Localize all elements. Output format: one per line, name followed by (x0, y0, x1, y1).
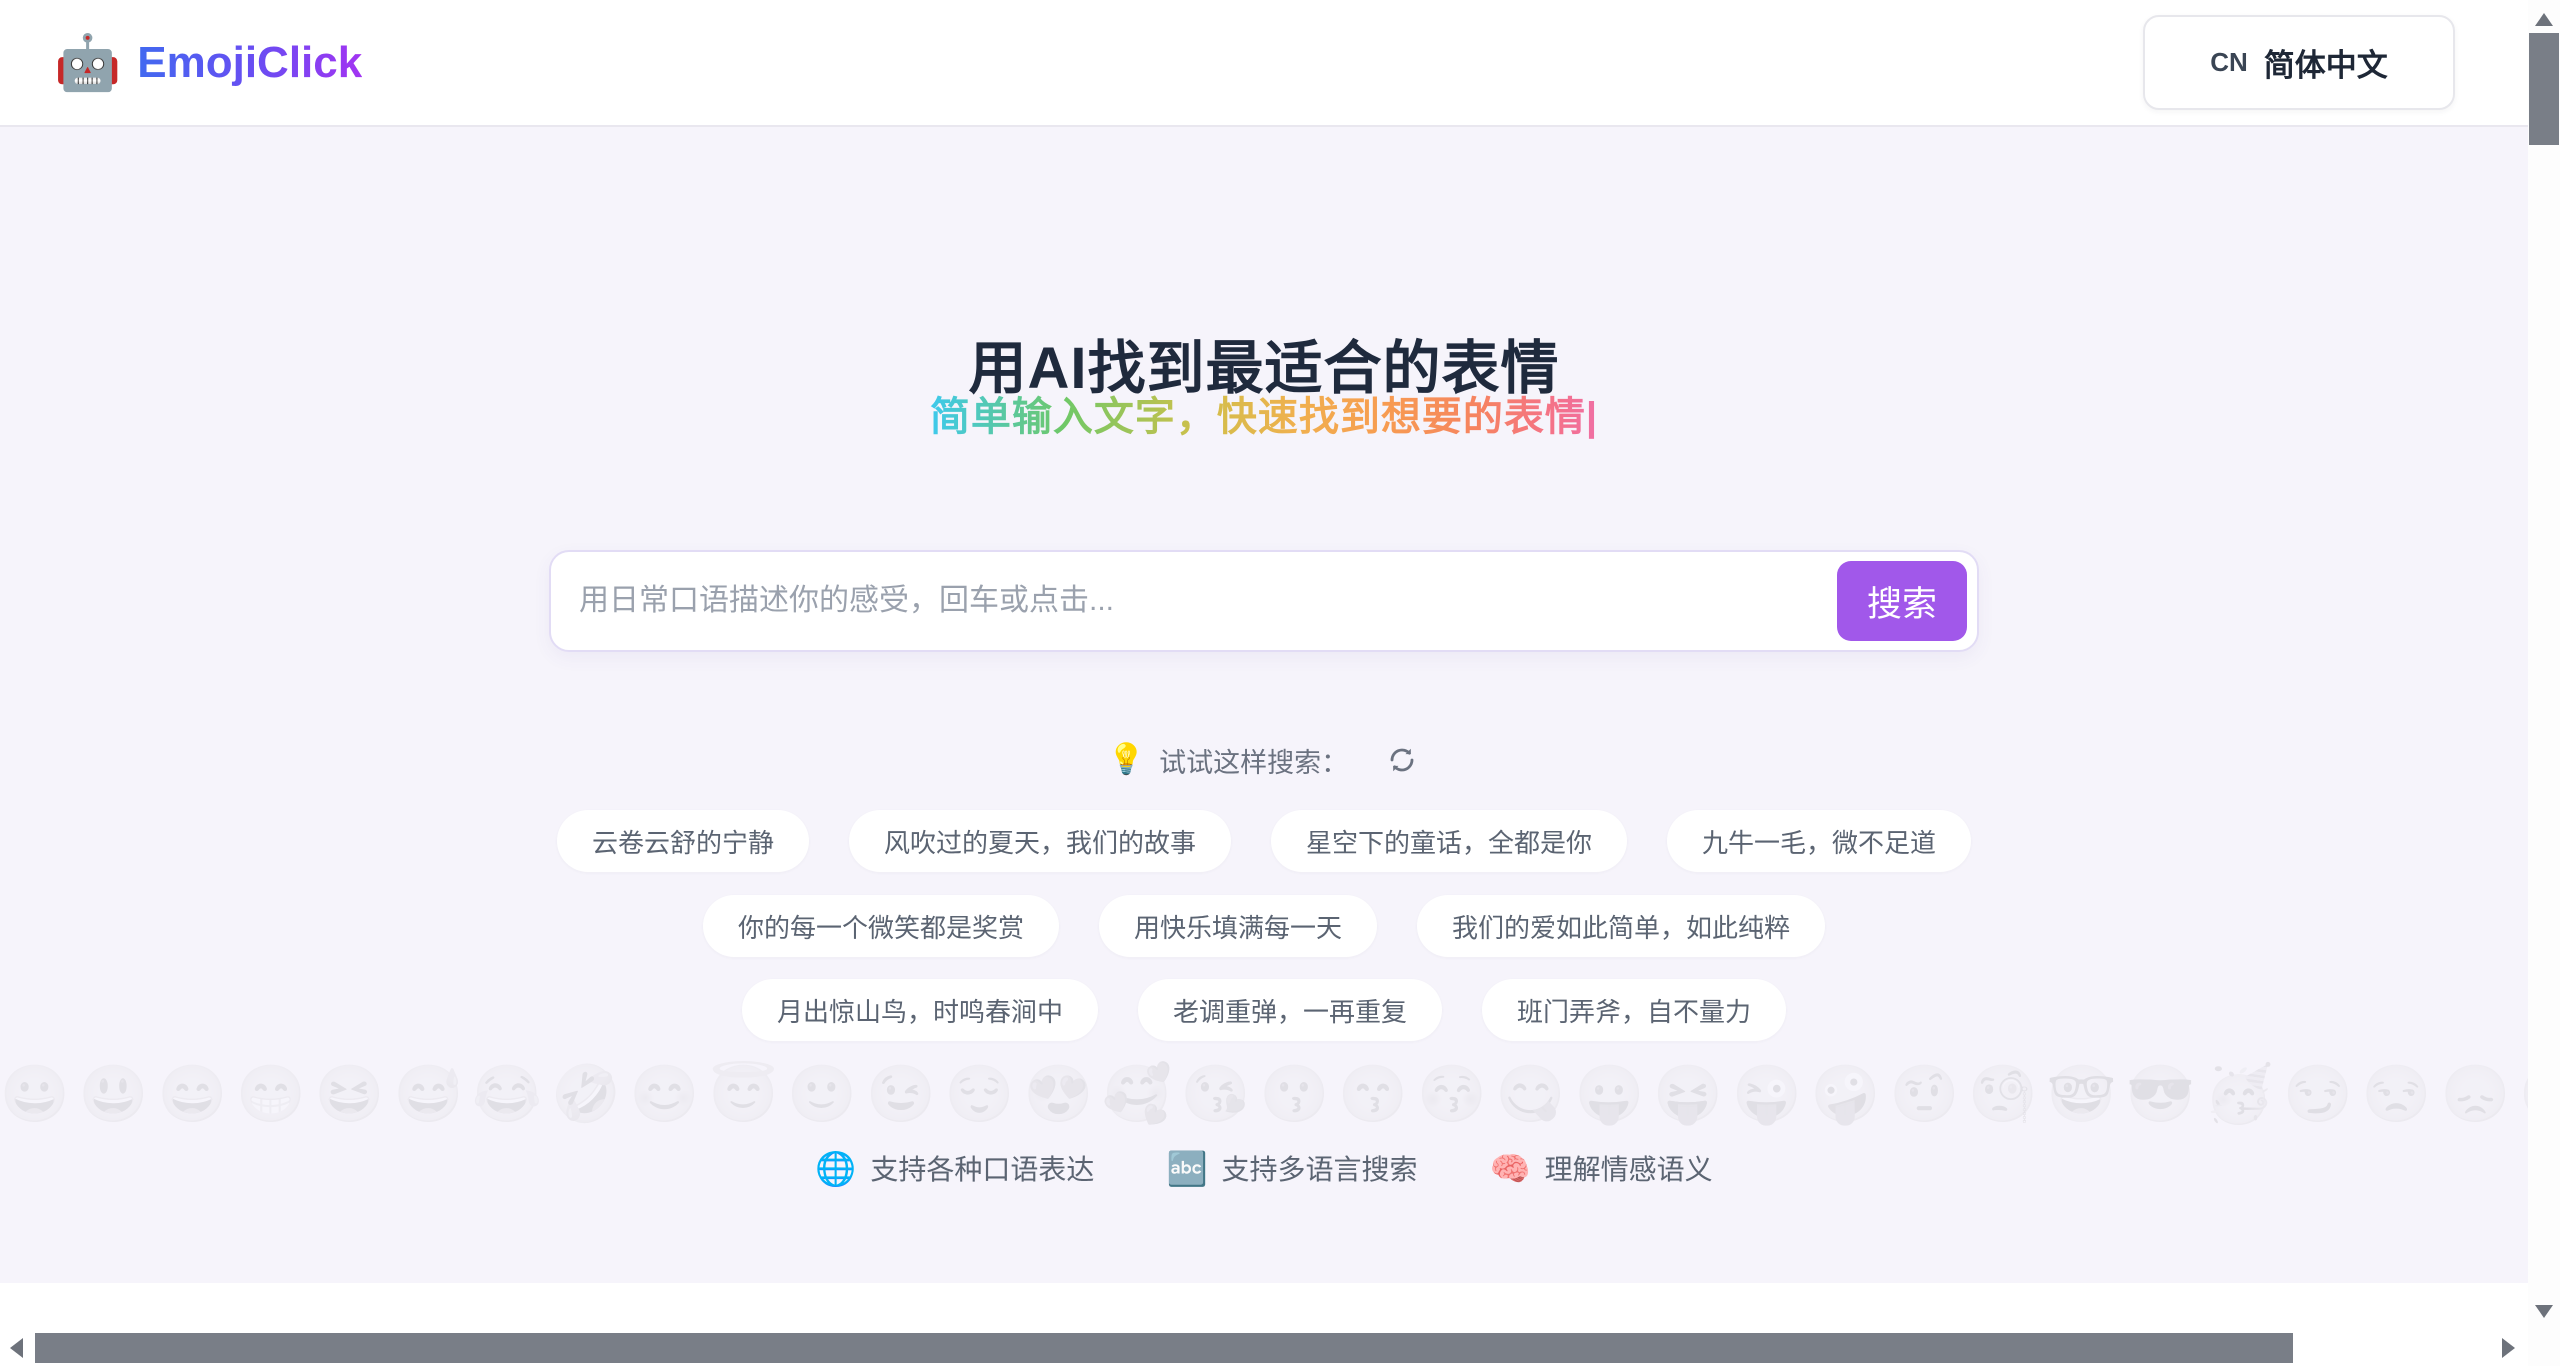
suggestions-hint-row: 💡 试试这样搜索： (0, 742, 2528, 778)
emoji-pattern: 😀😃😄😁😆😅😂🤣😊😇🙂😉😌😍🥰😘😗😙😚😋😛😝😜🤪🤨🧐🤓😎🥳😏😒😞😔😟😕🙁😣😖😫😩… (0, 1060, 2528, 1128)
refresh-icon (1386, 744, 1418, 776)
suggestion-pill[interactable]: 风吹过的夏天，我们的故事 (849, 810, 1231, 872)
suggestion-pill[interactable]: 星空下的童话，全都是你 (1271, 810, 1627, 872)
robot-icon: 🤖 (54, 36, 121, 90)
suggestion-pill[interactable]: 云卷云舒的宁静 (557, 810, 809, 872)
feature-item: 🌐 支持各种口语表达 (815, 1148, 1094, 1188)
suggestion-pill[interactable]: 月出惊山鸟，时鸣春涧中 (742, 979, 1098, 1041)
vertical-scrollbar-thumb[interactable] (2529, 33, 2559, 145)
horizontal-scrollbar-thumb[interactable] (35, 1333, 2293, 1363)
scroll-up-icon[interactable] (2535, 13, 2553, 26)
language-code: CN (2210, 47, 2248, 78)
emoji-pattern-band: 😀😃😄😁😆😅😂🤣😊😇🙂😉😌😍🥰😘😗😙😚😋😛😝😜🤪🤨🧐🤓😎🥳😏😒😞😔😟😕🙁😣😖😫😩… (0, 1060, 2528, 1128)
feature-item: 🧠 理解情感语义 (1490, 1148, 1713, 1188)
globe-icon: 🌐 (815, 1152, 856, 1185)
suggestion-pill[interactable]: 你的每一个微笑都是奖赏 (703, 895, 1059, 957)
feature-label: 支持各种口语表达 (870, 1148, 1094, 1188)
language-label: 简体中文 (2264, 40, 2388, 85)
refresh-suggestions-button[interactable] (1384, 742, 1420, 778)
page-subtitle: 简单输入文字，快速找到想要的表情| (0, 395, 2528, 439)
page-background: 🤖 EmojiClick CN 简体中文 用AI找到最适合的表情 简单输入文字，… (0, 0, 2528, 1366)
subtitle-part1: 简单输入文字， (930, 395, 1217, 439)
logo-title: EmojiClick (137, 38, 362, 88)
header: 🤖 EmojiClick CN 简体中文 (0, 0, 2528, 127)
search-input[interactable] (551, 552, 1837, 650)
scroll-left-icon[interactable] (10, 1338, 23, 1358)
language-button[interactable]: CN 简体中文 (2143, 15, 2455, 110)
subtitle-part2: 快速找到想要的表情 (1217, 395, 1586, 439)
typing-cursor: | (1586, 395, 1598, 439)
suggestion-row: 你的每一个微笑都是奖赏 用快乐填满每一天 我们的爱如此简单，如此纯粹 (0, 895, 2528, 957)
suggestion-row: 月出惊山鸟，时鸣春涧中 老调重弹，一再重复 班门弄斧，自不量力 (0, 979, 2528, 1041)
horizontal-scrollbar[interactable] (0, 1328, 2528, 1366)
feature-item: 🔤 支持多语言搜索 (1166, 1148, 1417, 1188)
suggestion-pill[interactable]: 老调重弹，一再重复 (1138, 979, 1442, 1041)
search-bar: 搜索 (549, 550, 1979, 652)
suggestion-pill[interactable]: 用快乐填满每一天 (1099, 895, 1377, 957)
feature-label: 理解情感语义 (1545, 1148, 1713, 1188)
suggestion-row: 云卷云舒的宁静 风吹过的夏天，我们的故事 星空下的童话，全都是你 九牛一毛，微不… (0, 810, 2528, 872)
search-button[interactable]: 搜索 (1837, 561, 1967, 641)
emojiclick-page: 🤖 EmojiClick CN 简体中文 用AI找到最适合的表情 简单输入文字，… (0, 0, 2560, 1366)
feature-label: 支持多语言搜索 (1222, 1148, 1418, 1188)
logo[interactable]: 🤖 EmojiClick (54, 0, 362, 125)
suggestion-pill[interactable]: 九牛一毛，微不足道 (1667, 810, 1971, 872)
scroll-right-icon[interactable] (2502, 1338, 2515, 1358)
abc-input-icon: 🔤 (1166, 1152, 1207, 1185)
features-row: 🌐 支持各种口语表达 🔤 支持多语言搜索 🧠 理解情感语义 (0, 1148, 2528, 1188)
suggestions-hint-label: 试试这样搜索： (1159, 741, 1348, 780)
lightbulb-icon: 💡 (1108, 745, 1145, 775)
suggestion-pill[interactable]: 班门弄斧，自不量力 (1482, 979, 1786, 1041)
scroll-down-icon[interactable] (2535, 1305, 2553, 1318)
suggestion-pill[interactable]: 我们的爱如此简单，如此纯粹 (1417, 895, 1825, 957)
vertical-scrollbar[interactable] (2528, 0, 2560, 1366)
page-title: 用AI找到最适合的表情 (0, 339, 2528, 399)
brain-icon: 🧠 (1490, 1152, 1531, 1185)
